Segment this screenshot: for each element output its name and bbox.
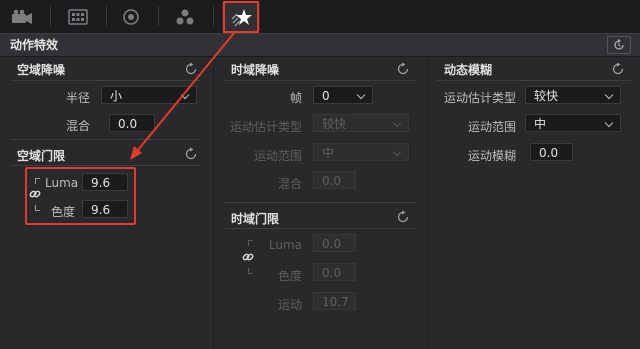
blur-motion-estimation-dropdown[interactable]: 较快 bbox=[525, 86, 621, 104]
temporal-chroma-input[interactable]: 0.0 bbox=[313, 263, 356, 281]
temporal-luma-label: Luma bbox=[268, 238, 302, 252]
temporal-motion-label: 运动 bbox=[277, 298, 302, 312]
reset-icon[interactable] bbox=[396, 62, 410, 76]
motion-blur-amount-label: 运动模糊 bbox=[467, 149, 516, 163]
temporal-chroma-label: 色度 bbox=[277, 269, 302, 283]
chevron-down-icon bbox=[604, 90, 614, 100]
temporal-luma-input[interactable]: 0.0 bbox=[313, 234, 356, 252]
motion-blur-title: 动态模糊 bbox=[444, 63, 493, 77]
temporal-nr-title: 时域降噪 bbox=[231, 63, 280, 77]
link-icon[interactable] bbox=[242, 251, 254, 263]
blur-motion-estimation-label: 运动估计类型 bbox=[443, 91, 516, 105]
temporal-threshold-title: 时域门限 bbox=[231, 212, 280, 226]
chevron-down-icon bbox=[392, 147, 402, 157]
motion-range-value: 中 bbox=[322, 146, 335, 160]
section-divider bbox=[224, 80, 416, 81]
motion-estimation-value: 较快 bbox=[322, 117, 347, 131]
frames-label: 帧 bbox=[289, 91, 302, 105]
frames-dropdown[interactable]: 0 bbox=[313, 86, 373, 104]
reset-icon[interactable] bbox=[611, 62, 625, 76]
link-bracket-bottom bbox=[248, 268, 253, 274]
blur-motion-range-label: 运动范围 bbox=[467, 120, 516, 134]
section-divider bbox=[437, 80, 633, 81]
chevron-down-icon bbox=[356, 90, 366, 100]
blur-motion-range-value: 中 bbox=[534, 117, 547, 131]
motion-estimation-dropdown[interactable]: 较快 bbox=[313, 114, 409, 132]
motion-range-label: 运动范围 bbox=[253, 149, 302, 163]
motion-blur-amount-input[interactable]: 0.0 bbox=[530, 143, 573, 161]
frames-value: 0 bbox=[322, 89, 330, 103]
temporal-blend-input[interactable]: 0.0 bbox=[313, 171, 356, 189]
link-bracket-top bbox=[248, 240, 253, 246]
chevron-down-icon bbox=[392, 118, 402, 128]
section-divider bbox=[224, 228, 416, 229]
temporal-motion-input[interactable]: 10.7 bbox=[313, 292, 356, 310]
motion-estimation-label: 运动估计类型 bbox=[229, 120, 302, 134]
motion-range-dropdown[interactable]: 中 bbox=[313, 143, 409, 161]
section-divider bbox=[224, 202, 416, 203]
temporal-blend-label: 混合 bbox=[277, 177, 302, 191]
blur-motion-range-dropdown[interactable]: 中 bbox=[525, 114, 621, 132]
blur-motion-estimation-value: 较快 bbox=[534, 89, 559, 103]
chevron-down-icon bbox=[604, 118, 614, 128]
reset-icon[interactable] bbox=[396, 210, 410, 224]
